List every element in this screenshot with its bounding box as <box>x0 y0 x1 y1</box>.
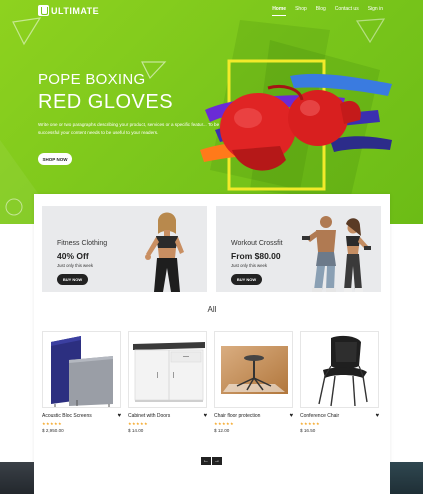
nav-item-shop[interactable]: Shop <box>295 6 307 16</box>
promo-note: Just only this week <box>231 263 268 268</box>
nav-item-contact-us[interactable]: Contact us <box>335 6 359 16</box>
product-price: $ 14.00 <box>128 428 144 433</box>
product-card[interactable]: Acoustic Bloc Screens ♥ ★★★★★ $ 2,950.00 <box>42 331 121 433</box>
product-name[interactable]: Conference Chair <box>300 413 339 419</box>
rating-stars: ★★★★★ <box>214 421 234 426</box>
heart-icon[interactable]: ♥ <box>117 413 121 419</box>
nav-item-home[interactable]: Home <box>272 6 287 16</box>
promo-kicker: Workout Crossfit <box>231 240 283 247</box>
hero-description: Write one or two paragraphs describing y… <box>38 122 220 135</box>
cabinet-image <box>133 342 205 402</box>
carousel-pager: ← → <box>201 457 222 465</box>
promo-price: From $80.00 <box>231 251 281 261</box>
promo-workout-crossfit[interactable]: Workout Crossfit From $80.00 Just only t… <box>216 206 381 292</box>
buy-now-button[interactable]: BUY NOW <box>231 274 262 285</box>
product-price: $ 16.50 <box>300 428 316 433</box>
product-image[interactable] <box>300 331 379 408</box>
product-price: $ 2,950.00 <box>42 428 64 433</box>
product-price: $ 12.00 <box>214 428 230 433</box>
category-heading: All <box>207 305 217 314</box>
hero-title: RED GLOVES <box>38 91 174 113</box>
product-image[interactable] <box>214 331 293 408</box>
promo-note: Just only this week <box>57 263 94 268</box>
heart-icon[interactable]: ♥ <box>203 413 207 419</box>
conference-chair-image <box>318 335 368 407</box>
promo-price: 40% Off <box>57 251 89 261</box>
rating-stars: ★★★★★ <box>42 421 62 426</box>
logo-icon <box>38 5 49 16</box>
product-name[interactable]: Chair floor protection <box>214 413 260 419</box>
arrow-right-icon[interactable]: → <box>212 457 222 465</box>
hero-subtitle: POPE BOXING <box>38 71 146 88</box>
arrow-left-icon[interactable]: ← <box>201 457 211 465</box>
rating-stars: ★★★★★ <box>128 421 148 426</box>
heart-icon[interactable]: ♥ <box>375 413 379 419</box>
promo-fitness-clothing[interactable]: Fitness Clothing 40% Off Just only this … <box>42 206 207 292</box>
footer-image-right <box>390 462 423 494</box>
product-name[interactable]: Cabinet with Doors <box>128 413 170 419</box>
product-name[interactable]: Acoustic Bloc Screens <box>42 413 92 419</box>
product-card[interactable]: Cabinet with Doors ♥ ★★★★★ $ 14.00 <box>128 331 207 433</box>
chair-floor-protection-image <box>221 346 288 394</box>
logo-text: ULTIMATE <box>51 5 100 16</box>
product-image[interactable] <box>42 331 121 408</box>
hero-banner: ULTIMATE Home Shop Blog Contact us Sign … <box>0 0 423 224</box>
nav-item-sign-in[interactable]: Sign in <box>368 6 383 16</box>
acoustic-screens-image <box>51 336 113 407</box>
product-card[interactable]: Conference Chair ♥ ★★★★★ $ 16.50 <box>300 331 379 433</box>
nav-item-blog[interactable]: Blog <box>316 6 326 16</box>
top-navigation-bar: ULTIMATE Home Shop Blog Contact us Sign … <box>0 0 423 20</box>
footer-image-left <box>0 462 34 494</box>
shop-now-button[interactable]: SHOP NOW <box>38 153 72 165</box>
main-menu: Home Shop Blog Contact us Sign in <box>272 6 383 16</box>
rating-stars: ★★★★★ <box>300 421 320 426</box>
brand-logo[interactable]: ULTIMATE <box>38 5 99 16</box>
heart-icon[interactable]: ♥ <box>289 413 293 419</box>
promo-kicker: Fitness Clothing <box>57 240 108 247</box>
content-card: Fitness Clothing 40% Off Just only this … <box>34 194 390 494</box>
product-image[interactable] <box>128 331 207 408</box>
product-card[interactable]: Chair floor protection ♥ ★★★★★ $ 12.00 <box>214 331 293 433</box>
buy-now-button[interactable]: BUY NOW <box>57 274 88 285</box>
